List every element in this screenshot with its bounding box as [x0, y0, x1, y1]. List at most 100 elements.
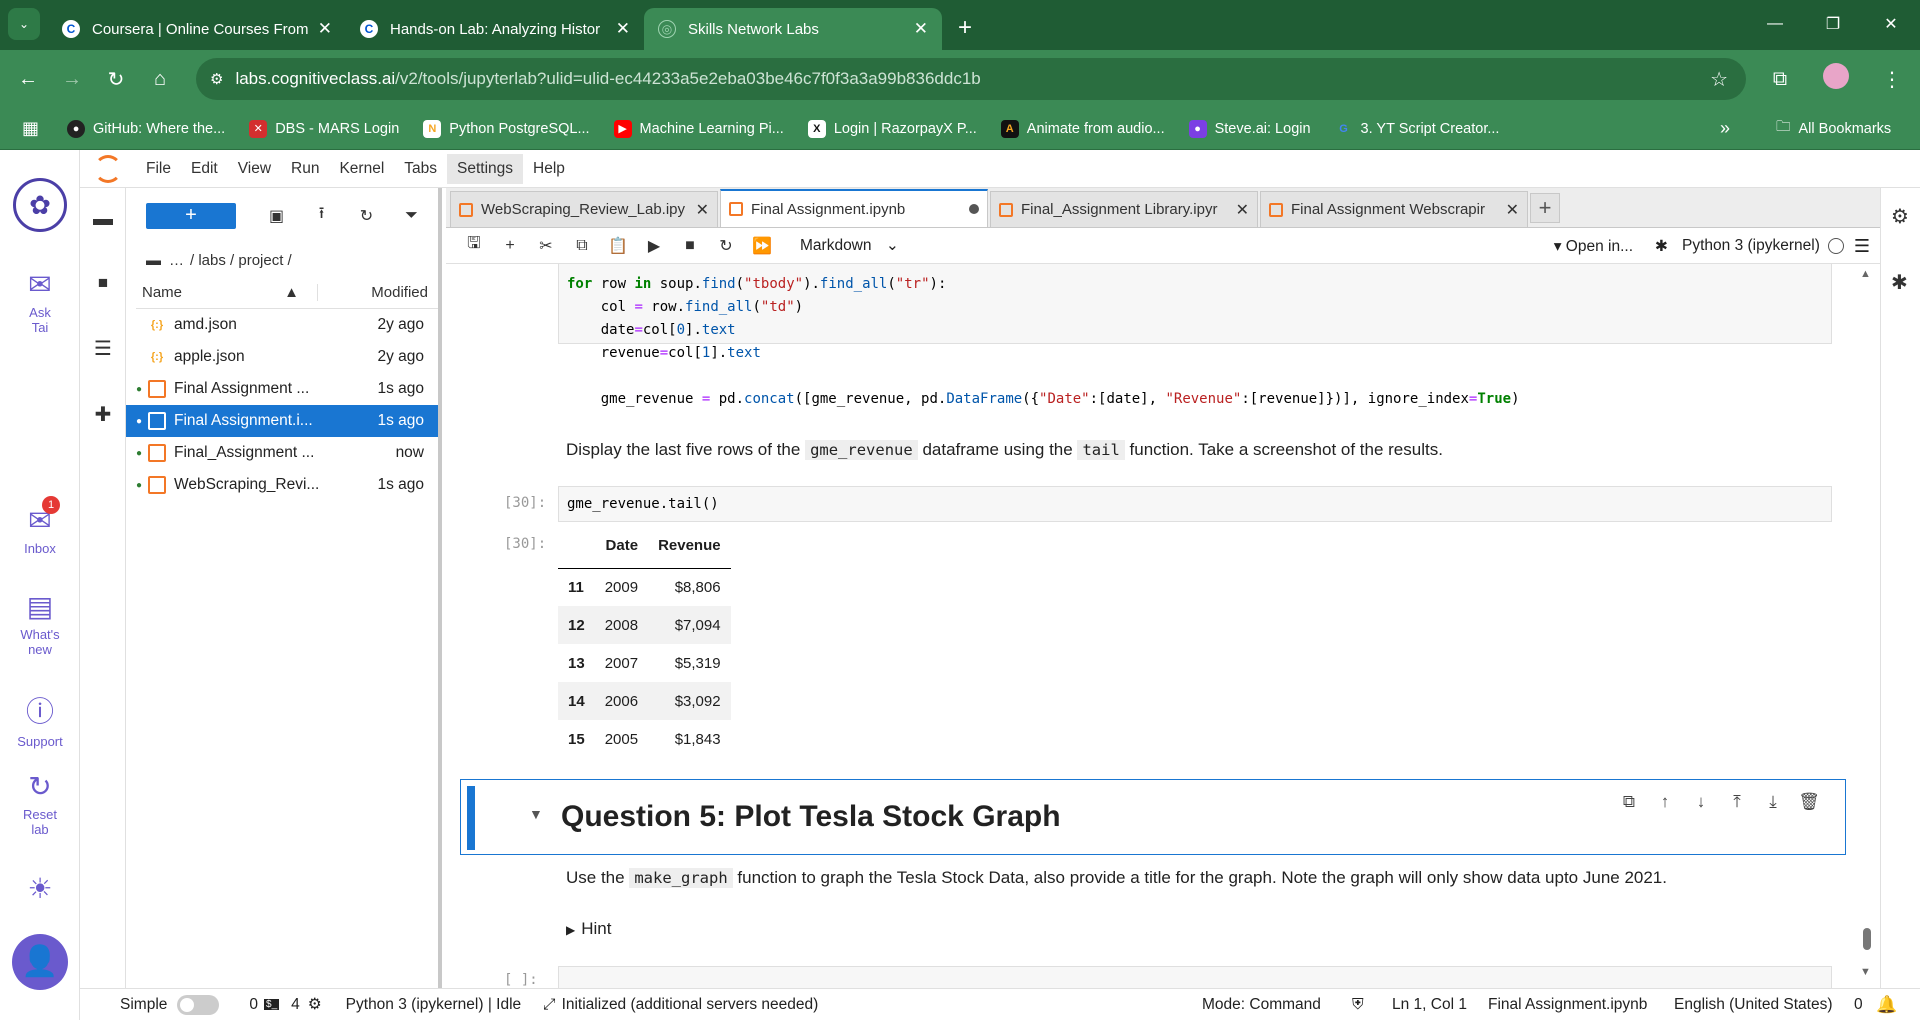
close-icon[interactable]: ✕ [696, 200, 709, 220]
close-icon[interactable]: ✕ [1236, 200, 1249, 220]
ellipsis-icon[interactable]: … [169, 252, 184, 269]
open-in-button[interactable]: ▾ Open in... [1554, 237, 1633, 256]
support-button[interactable]: ⓘ Support [0, 690, 80, 749]
file-row[interactable]: {:} apple.json 2y ago [126, 341, 438, 373]
delete-cell-icon[interactable]: 🗑 [1791, 792, 1827, 812]
breadcrumb-path[interactable]: / labs / project / [190, 252, 292, 269]
document-tab[interactable]: WebScraping_Review_Lab.ipy ✕ [450, 191, 718, 227]
paste-icon[interactable]: 📋 [600, 236, 636, 256]
menu-run[interactable]: Run [281, 154, 329, 184]
folder-icon[interactable]: ▬ [146, 252, 161, 269]
bookmark-github[interactable]: ● GitHub: Where the... [67, 119, 225, 138]
menu-kernel[interactable]: Kernel [329, 154, 394, 184]
menu-file[interactable]: File [136, 154, 181, 184]
new-tab-plus-icon[interactable]: + [1530, 193, 1560, 223]
cut-icon[interactable]: ✂ [528, 236, 564, 256]
bookmark-dbs[interactable]: ✕ DBS - MARS Login [249, 119, 399, 138]
property-inspector-icon[interactable]: ☰ [1854, 236, 1870, 257]
more-bookmarks-icon[interactable]: » [1720, 118, 1730, 139]
browser-tab-handson[interactable]: C Hands-on Lab: Analyzing Histor ✕ [346, 8, 644, 50]
new-folder-icon[interactable]: ▣ [254, 206, 299, 226]
bookmark-youtube[interactable]: ▶ Machine Learning Pi... [613, 119, 784, 138]
reload-icon[interactable]: ↻ [94, 67, 138, 92]
apps-grid-icon[interactable]: ▦ [22, 118, 39, 139]
kernel-status[interactable]: Python 3 (ipykernel) | Idle [346, 996, 521, 1014]
bell-icon[interactable]: 🔔 [1876, 995, 1897, 1015]
url-field[interactable]: ⚙ labs.cognitiveclass.ai/v2/tools/jupyte… [196, 58, 1746, 100]
notebook-scrollbar[interactable]: ▲ ▼ [1858, 264, 1876, 988]
copy-icon[interactable]: ⧉ [564, 237, 600, 255]
restore-icon[interactable]: ❐ [1804, 0, 1862, 48]
code-cell-scrape[interactable]: for row in soup.find("tbody").find_all("… [558, 264, 1832, 407]
name-column-header[interactable]: Name ▲ [136, 284, 318, 301]
browser-tab-skills-network[interactable]: ◎ Skills Network Labs ✕ [644, 8, 942, 50]
bookmark-steve[interactable]: ● Steve.ai: Login [1188, 119, 1311, 138]
insert-above-icon[interactable]: ⤒ [1719, 792, 1755, 812]
home-icon[interactable]: ⌂ [138, 68, 182, 91]
language-indicator[interactable]: English (United States) [1674, 996, 1833, 1014]
extensions-puzzle-icon[interactable]: ✚ [80, 402, 126, 427]
whats-new-button[interactable]: ▤ What's new [0, 590, 80, 657]
code-cell-tail[interactable]: gme_revenue.tail() [558, 486, 1832, 522]
bookmark-ytscript[interactable]: G 3. YT Script Creator... [1335, 120, 1499, 138]
refresh-icon[interactable]: ↻ [344, 206, 389, 226]
menu-tabs[interactable]: Tabs [394, 154, 447, 184]
scroll-thumb[interactable] [1863, 928, 1871, 950]
profile-avatar[interactable] [1808, 63, 1864, 95]
kernel-count[interactable]: 4 [291, 996, 300, 1014]
collapse-caret-icon[interactable]: ▼ [529, 806, 543, 822]
move-up-icon[interactable]: ↑ [1647, 792, 1683, 812]
file-row[interactable]: ● Final Assignment ... 1s ago [126, 373, 438, 405]
save-icon[interactable]: 🖫 [456, 232, 492, 259]
duplicate-cell-icon[interactable]: ⧉ [1611, 792, 1647, 812]
run-icon[interactable]: ▶ [636, 236, 672, 256]
file-row[interactable]: ● Final Assignment.i... 1s ago [126, 405, 438, 437]
move-down-icon[interactable]: ↓ [1683, 792, 1719, 812]
scroll-up-icon[interactable]: ▲ [1860, 268, 1871, 280]
hint-details[interactable]: ▶ Hint [566, 919, 611, 939]
insert-cell-icon[interactable]: + [492, 237, 528, 255]
menu-view[interactable]: View [228, 154, 281, 184]
kebab-menu-icon[interactable]: ⋮ [1864, 67, 1920, 92]
restart-icon[interactable]: ↻ [708, 236, 744, 256]
site-info-icon[interactable]: ⚙ [210, 70, 223, 88]
menu-help[interactable]: Help [523, 154, 575, 184]
close-icon[interactable]: ✕ [914, 19, 928, 39]
bookmark-star-icon[interactable]: ☆ [1710, 67, 1728, 92]
notification-count[interactable]: 0 [1854, 996, 1863, 1014]
filter-icon[interactable]: ⏷ [389, 207, 434, 225]
theme-toggle[interactable]: ☀ [0, 872, 80, 909]
upload-icon[interactable]: ⭱ [299, 202, 344, 229]
fast-forward-icon[interactable]: ⏩ [744, 236, 780, 256]
close-icon[interactable]: ✕ [318, 19, 332, 39]
code-cell-empty[interactable] [558, 966, 1832, 988]
stop-icon[interactable]: ■ [672, 237, 708, 255]
folder-icon[interactable]: ▬ [80, 208, 126, 231]
forward-icon[interactable]: → [50, 68, 94, 91]
unsaved-dot-icon[interactable] [969, 204, 979, 214]
reset-lab-button[interactable]: ↻ Reset lab [0, 770, 80, 837]
property-gear-icon[interactable]: ⚙ [1891, 204, 1909, 229]
tab-search-icon[interactable]: ⌄ [8, 8, 40, 40]
simple-mode-toggle[interactable] [177, 994, 220, 1015]
lsp-status[interactable]: Initialized (additional servers needed) [562, 996, 819, 1014]
menu-settings[interactable]: Settings [447, 153, 524, 184]
back-icon[interactable]: ← [6, 68, 50, 91]
file-row[interactable]: ● Final_Assignment ... now [126, 437, 438, 469]
kernel-name[interactable]: Python 3 (ipykernel) [1682, 237, 1820, 255]
modified-column-header[interactable]: Modified [318, 284, 438, 301]
ask-tai-button[interactable]: ✉ Ask Tai [0, 268, 80, 335]
new-tab-icon[interactable]: + [958, 14, 972, 42]
menu-edit[interactable]: Edit [181, 154, 228, 184]
insert-below-icon[interactable]: ⤓ [1755, 792, 1791, 812]
active-markdown-cell[interactable]: ▼ Question 5: Plot Tesla Stock Graph ⧉ ↑… [460, 779, 1846, 855]
new-launcher-button[interactable]: + [146, 202, 236, 229]
close-icon[interactable]: ✕ [616, 19, 630, 39]
bookmark-postgres[interactable]: N Python PostgreSQL... [423, 119, 590, 138]
inbox-button[interactable]: ✉ 1 Inbox [0, 496, 80, 556]
file-row[interactable]: ● WebScraping_Revi... 1s ago [126, 469, 438, 501]
bookmark-animate[interactable]: A Animate from audio... [1000, 119, 1165, 138]
scroll-down-icon[interactable]: ▼ [1860, 966, 1871, 978]
window-close-icon[interactable]: ✕ [1862, 0, 1920, 48]
trusted-shield-icon[interactable]: ⛨ [1352, 996, 1364, 1014]
